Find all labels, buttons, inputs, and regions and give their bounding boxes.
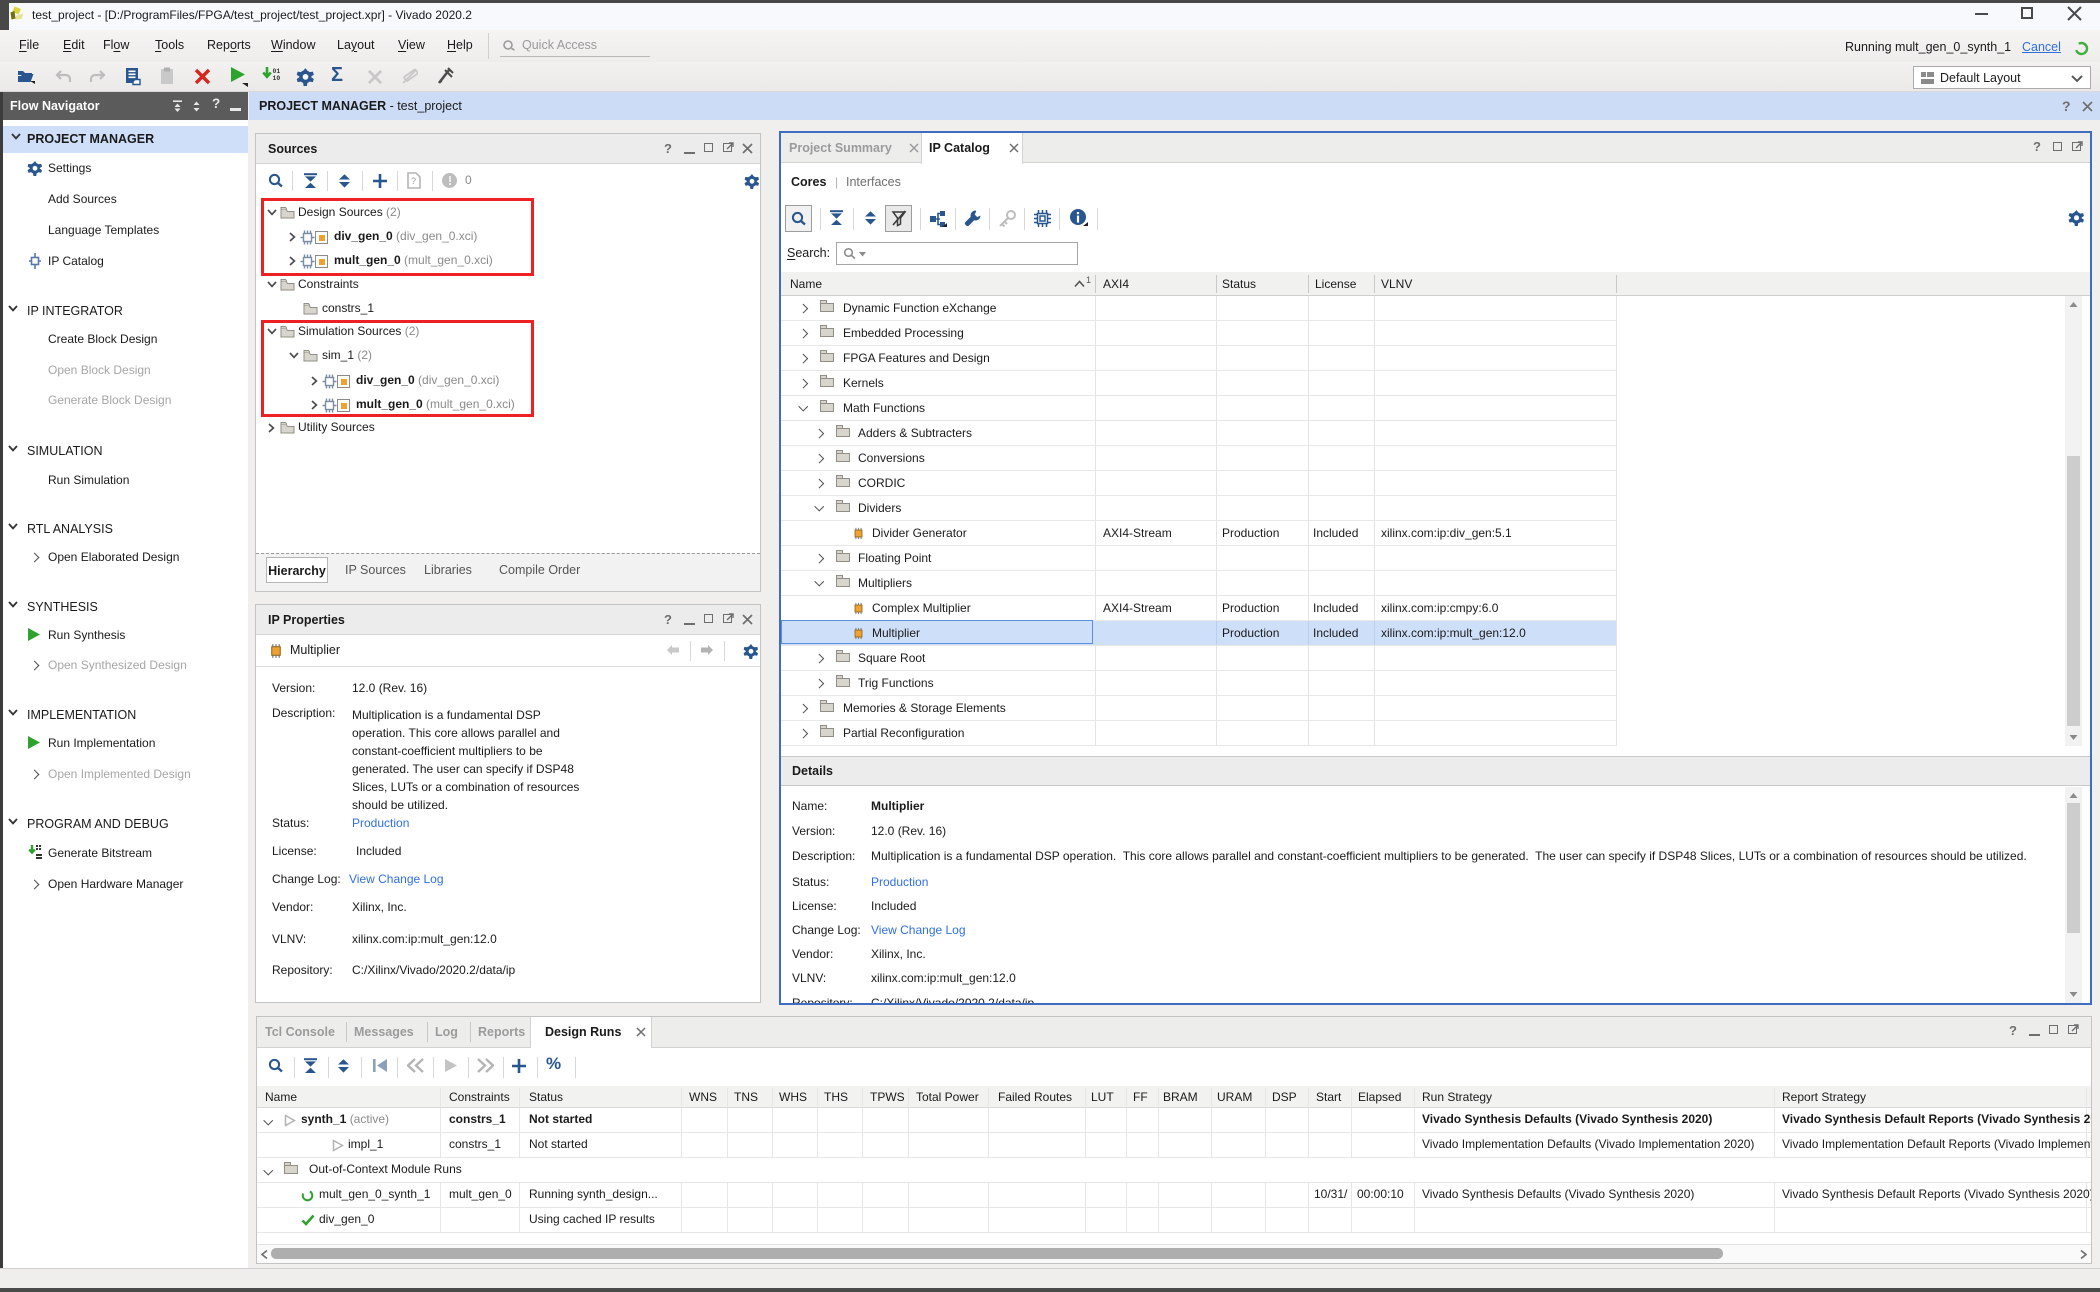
svg-text:01: 01 (273, 68, 281, 75)
svg-text:?: ? (411, 176, 416, 186)
svg-text:10: 10 (273, 75, 281, 82)
